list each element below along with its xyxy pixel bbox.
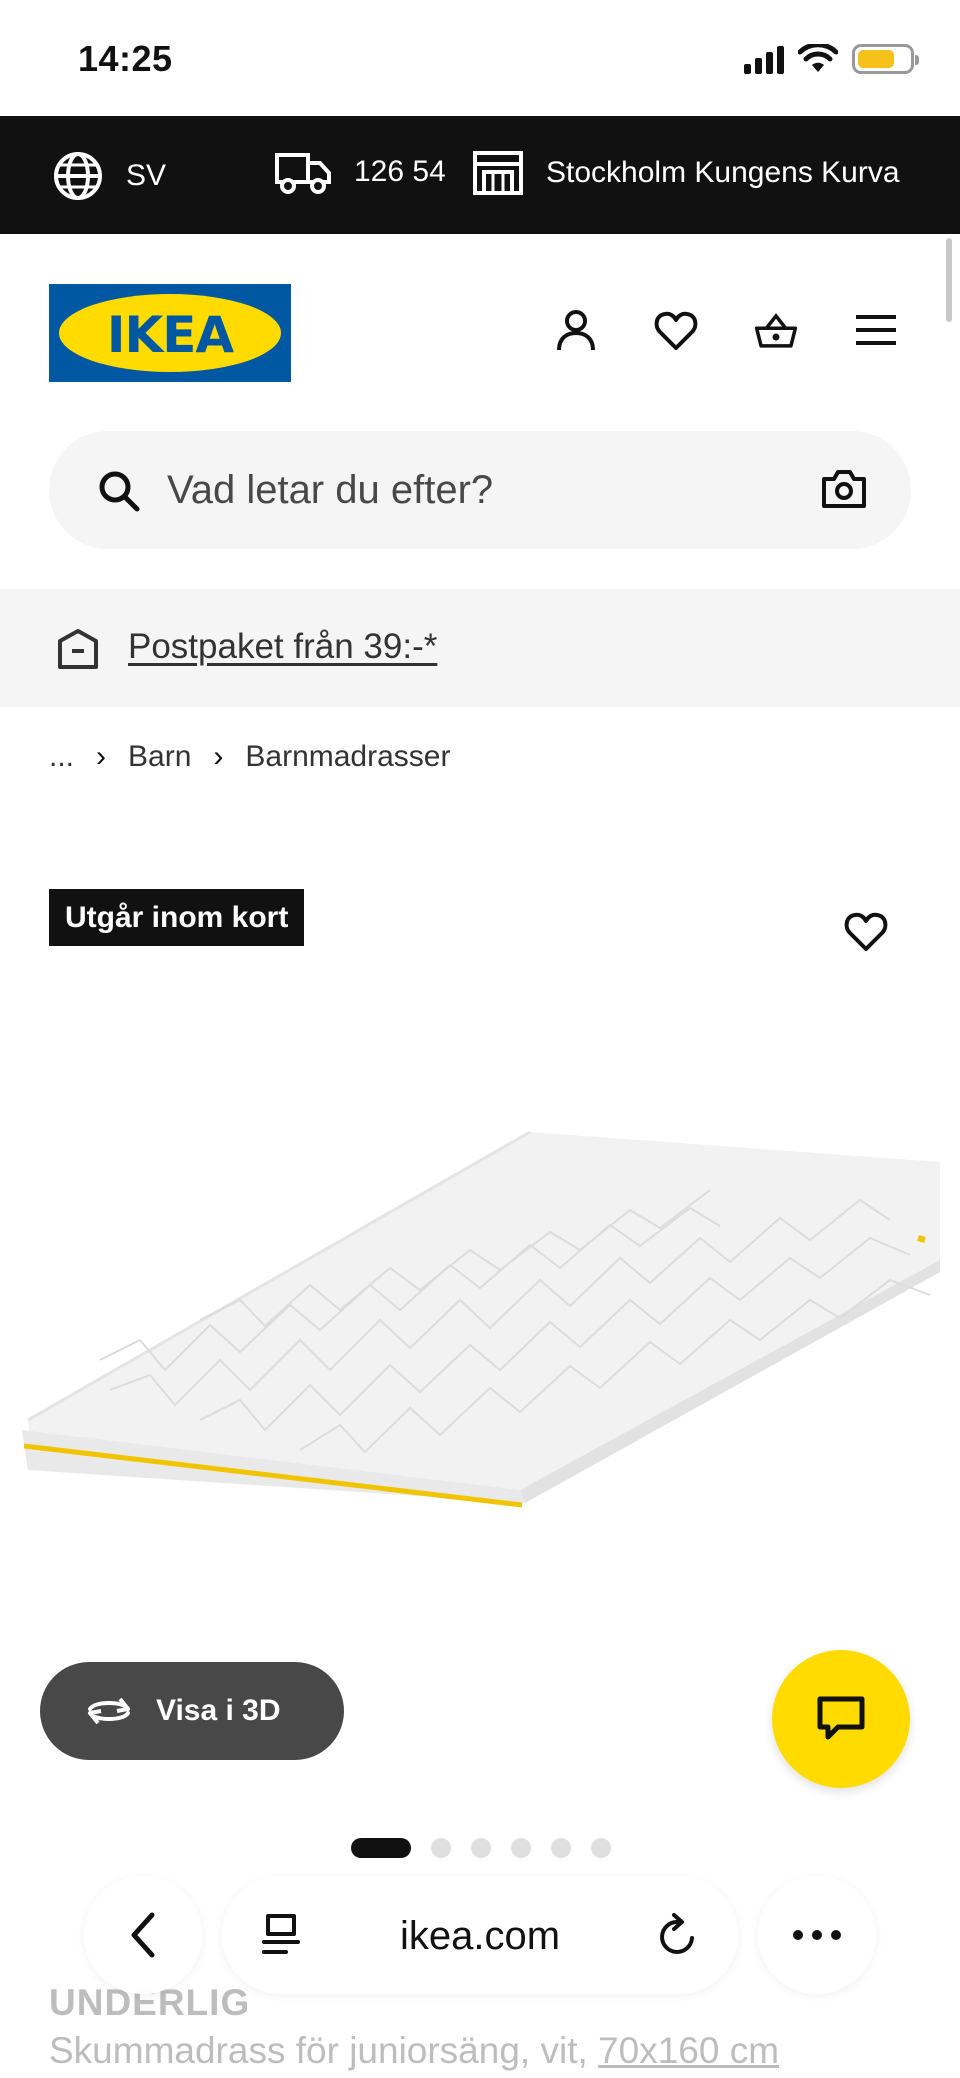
language-selector[interactable]: SV <box>52 150 166 202</box>
carousel-dot-5[interactable] <box>551 1838 571 1858</box>
postal-code-label: 126 54 <box>354 155 446 188</box>
status-icons <box>744 44 919 74</box>
favorites-heart-icon[interactable] <box>654 308 698 352</box>
carousel-dot-3[interactable] <box>471 1838 491 1858</box>
product-size-link[interactable]: 70x160 cm <box>598 2030 779 2071</box>
promo-banner: Postpaket från 39:-* <box>0 589 960 707</box>
info-bar: SV 126 54 Stockholm Kungens Kurva <box>0 116 960 234</box>
battery-icon <box>852 44 919 74</box>
chat-bubble-icon <box>817 1696 865 1740</box>
promo-link[interactable]: Postpaket från 39:-* <box>128 627 437 667</box>
postal-code-selector[interactable]: 126 54 <box>274 150 446 194</box>
browser-address-bar[interactable]: ikea.com <box>222 1876 738 1994</box>
chevron-left-icon <box>131 1912 155 1958</box>
delivery-truck-icon <box>275 153 331 194</box>
carousel-dot-4[interactable] <box>511 1838 531 1858</box>
carousel-dot-1[interactable] <box>351 1838 411 1858</box>
store-label: Stockholm Kungens Kurva <box>546 156 900 189</box>
chevron-right-icon: › <box>213 740 224 773</box>
add-to-favorites-heart-icon[interactable] <box>844 912 888 952</box>
logo-text: IKEA <box>106 306 234 364</box>
search-input[interactable] <box>167 467 767 513</box>
store-icon <box>473 151 523 195</box>
product-description-text: Skummadrass för juniorsäng, vit, <box>49 2030 588 2071</box>
chevron-right-icon: › <box>96 740 107 773</box>
breadcrumb: ... › Barn › Barnmadrasser <box>49 740 450 774</box>
browser-toolbar: ikea.com <box>0 1860 960 2000</box>
view-in-3d-button[interactable]: Visa i 3D <box>40 1662 344 1760</box>
more-options-icon <box>793 1930 841 1940</box>
site-header: IKEA <box>0 234 960 384</box>
language-label: SV <box>126 159 167 192</box>
view-in-3d-label: Visa i 3D <box>156 1694 281 1727</box>
search-bar[interactable] <box>49 431 911 549</box>
camera-search-icon[interactable] <box>821 469 867 509</box>
breadcrumb-ellipsis[interactable]: ... <box>49 740 74 774</box>
status-time: 14:25 <box>78 38 173 79</box>
chat-button[interactable] <box>772 1650 910 1788</box>
status-badge: Utgår inom kort <box>49 889 305 946</box>
search-icon <box>99 471 140 512</box>
shopping-basket-icon[interactable] <box>754 308 798 352</box>
parcel-box-icon <box>58 629 98 669</box>
reload-icon[interactable] <box>656 1912 700 1958</box>
rotate-3d-icon <box>88 1697 130 1725</box>
carousel-dot-2[interactable] <box>431 1838 451 1858</box>
header-actions <box>554 308 898 352</box>
account-icon[interactable] <box>554 308 598 352</box>
carousel-dot-6[interactable] <box>591 1838 611 1858</box>
wifi-icon <box>798 44 838 72</box>
image-carousel-indicators <box>351 1838 611 1858</box>
ikea-logo[interactable]: IKEA <box>49 284 291 382</box>
browser-back-button[interactable] <box>84 1876 202 1994</box>
breadcrumb-item-barnmadrasser[interactable]: Barnmadrasser <box>245 740 450 774</box>
status-bar: 14:25 <box>0 0 960 116</box>
product-image-mattress[interactable] <box>0 1090 960 1550</box>
store-selector[interactable]: Stockholm Kungens Kurva <box>472 150 900 196</box>
cellular-signal-icon <box>744 44 784 74</box>
menu-hamburger-icon[interactable] <box>854 308 898 352</box>
product-description: Skummadrass för juniorsäng, vit, 70x160 … <box>49 2030 779 2072</box>
browser-more-button[interactable] <box>758 1876 876 1994</box>
breadcrumb-item-barn[interactable]: Barn <box>128 740 191 774</box>
globe-icon <box>54 152 102 200</box>
